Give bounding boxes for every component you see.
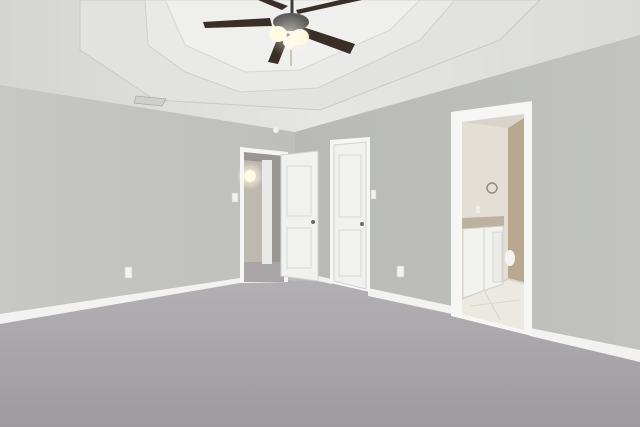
outlet-icon: [124, 266, 133, 279]
toilet: [505, 250, 515, 266]
outlet-icon: [396, 265, 405, 278]
hallway-floor: [244, 262, 284, 282]
bedroom-photo: [0, 0, 640, 427]
smoke-detector: [273, 127, 279, 133]
doorknob-icon: [311, 220, 315, 224]
bedroom-illustration: [0, 0, 640, 427]
light-switch-icon: [370, 189, 377, 200]
doorknob-icon: [360, 222, 364, 226]
light-switch-icon: [231, 192, 239, 203]
